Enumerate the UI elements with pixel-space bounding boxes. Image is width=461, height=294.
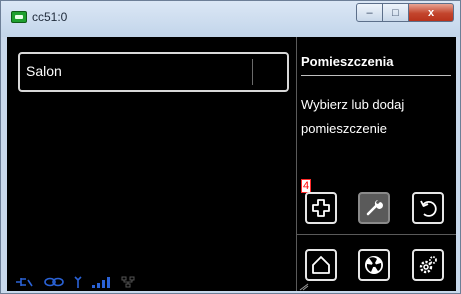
home-icon: [312, 256, 330, 274]
back-icon: [420, 200, 437, 217]
link-icon: [44, 277, 64, 287]
home-button[interactable]: [305, 249, 337, 281]
antenna-icon: [74, 276, 82, 288]
close-icon: x: [427, 6, 435, 19]
room-item-salon[interactable]: Salon: [26, 63, 62, 79]
button-row-divider: [297, 234, 456, 235]
panel-divider: [296, 37, 297, 291]
step-badge: 4: [301, 179, 311, 193]
maximize-icon: □: [392, 6, 399, 19]
app-icon: [11, 11, 27, 23]
wrench-icon: [366, 200, 383, 216]
panel-title-rule: [301, 75, 451, 76]
minimize-button[interactable]: –: [356, 3, 383, 22]
fan-button[interactable]: [358, 249, 390, 281]
panel-title: Pomieszczenia: [301, 54, 394, 69]
client-area: Salon Pomieszczenia Wybierz lub dodaj po…: [7, 37, 456, 291]
plus-icon: [312, 199, 330, 217]
room-list[interactable]: Salon: [18, 52, 289, 92]
title-bar[interactable]: cc51:0 – □ x: [1, 1, 460, 37]
resize-grip-icon[interactable]: [299, 283, 309, 291]
network-icon: [121, 276, 135, 288]
panel-description: Wybierz lub dodaj pomieszczenie: [301, 97, 405, 136]
window-controls: – □ x: [356, 3, 454, 23]
status-bar: [15, 275, 135, 289]
settings-icon: [419, 256, 437, 274]
maximize-button[interactable]: □: [383, 3, 409, 22]
list-separator: [252, 59, 253, 85]
back-button[interactable]: [412, 192, 444, 224]
fan-icon: [365, 256, 383, 274]
edit-room-button[interactable]: [358, 192, 390, 224]
app-window: cc51:0 – □ x Salon Pomieszczenia Wybierz…: [0, 0, 461, 294]
settings-button[interactable]: [412, 249, 444, 281]
minimize-icon: –: [366, 6, 373, 19]
signal-bars-icon: [92, 277, 110, 288]
window-title: cc51:0: [32, 10, 68, 24]
close-button[interactable]: x: [409, 3, 454, 22]
add-room-button[interactable]: [305, 192, 337, 224]
connector-icon: [16, 278, 33, 287]
